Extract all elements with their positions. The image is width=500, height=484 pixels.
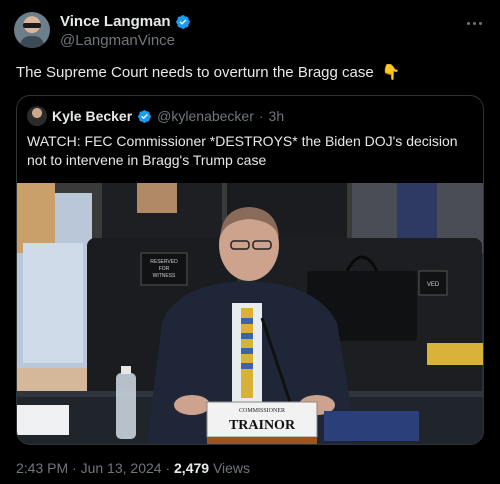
tweet: Vince Langman @LangmanVince The Supreme … [0,0,500,484]
meta-separator: · [72,460,77,476]
quote-header: Kyle Becker @kylenabecker · 3h [27,106,284,126]
author-handle[interactable]: @LangmanVince [60,32,191,49]
tweet-time[interactable]: 2:43 PM [16,460,68,476]
tweet-text: The Supreme Court needs to overturn the … [16,63,401,81]
avatar-sunglasses [23,23,41,28]
more-dot-icon [466,21,470,25]
author-display-name[interactable]: Vince Langman [60,13,171,30]
quoted-tweet-card[interactable]: Kyle Becker @kylenabecker · 3h WATCH: FE… [16,95,484,445]
quote-separator: · [258,108,264,124]
quote-author-handle[interactable]: @kylenabecker [157,108,254,124]
pointing-down-emoji: 👇 [381,64,401,81]
quote-age[interactable]: 3h [269,108,285,124]
water-bottle [116,373,136,439]
video-frame: RESERVED FOR WITNESS VED COMMISSIONER TR… [17,183,483,444]
display-name-row: Vince Langman [60,13,191,30]
views-label: Views [212,460,251,476]
video-player[interactable]: RESERVED FOR WITNESS VED COMMISSIONER TR… [17,183,483,444]
more-options-button[interactable] [462,14,486,32]
tweet-meta: 2:43 PM · Jun 13, 2024 · 2,479 Views [16,460,250,476]
partial-sign-text: VED [427,282,440,288]
reserved-sign-text-3: WITNESS [153,273,176,279]
quote-author-name[interactable]: Kyle Becker [52,108,132,124]
views-count[interactable]: 2,479 [174,460,209,476]
tweet-body: The Supreme Court needs to overturn the … [16,64,374,81]
nameplate-title: COMMISSIONER [239,408,285,414]
avatar-shirt [20,36,44,48]
nameplate-name: TRAINOR [229,418,296,433]
more-dot-icon [478,21,482,25]
verified-badge-icon [175,14,190,29]
quote-author-avatar[interactable] [27,106,47,126]
author-name-block: Vince Langman @LangmanVince [60,13,191,49]
author-avatar[interactable] [14,12,50,48]
reserved-sign-text-1: RESERVED [150,259,178,265]
verified-badge-icon [138,109,152,123]
meta-separator: · [165,460,171,476]
tweet-date[interactable]: Jun 13, 2024 [81,460,162,476]
reserved-sign-text-2: FOR [159,266,170,272]
quote-text: WATCH: FEC Commissioner *DESTROYS* the B… [27,133,458,168]
more-dot-icon [472,21,476,25]
